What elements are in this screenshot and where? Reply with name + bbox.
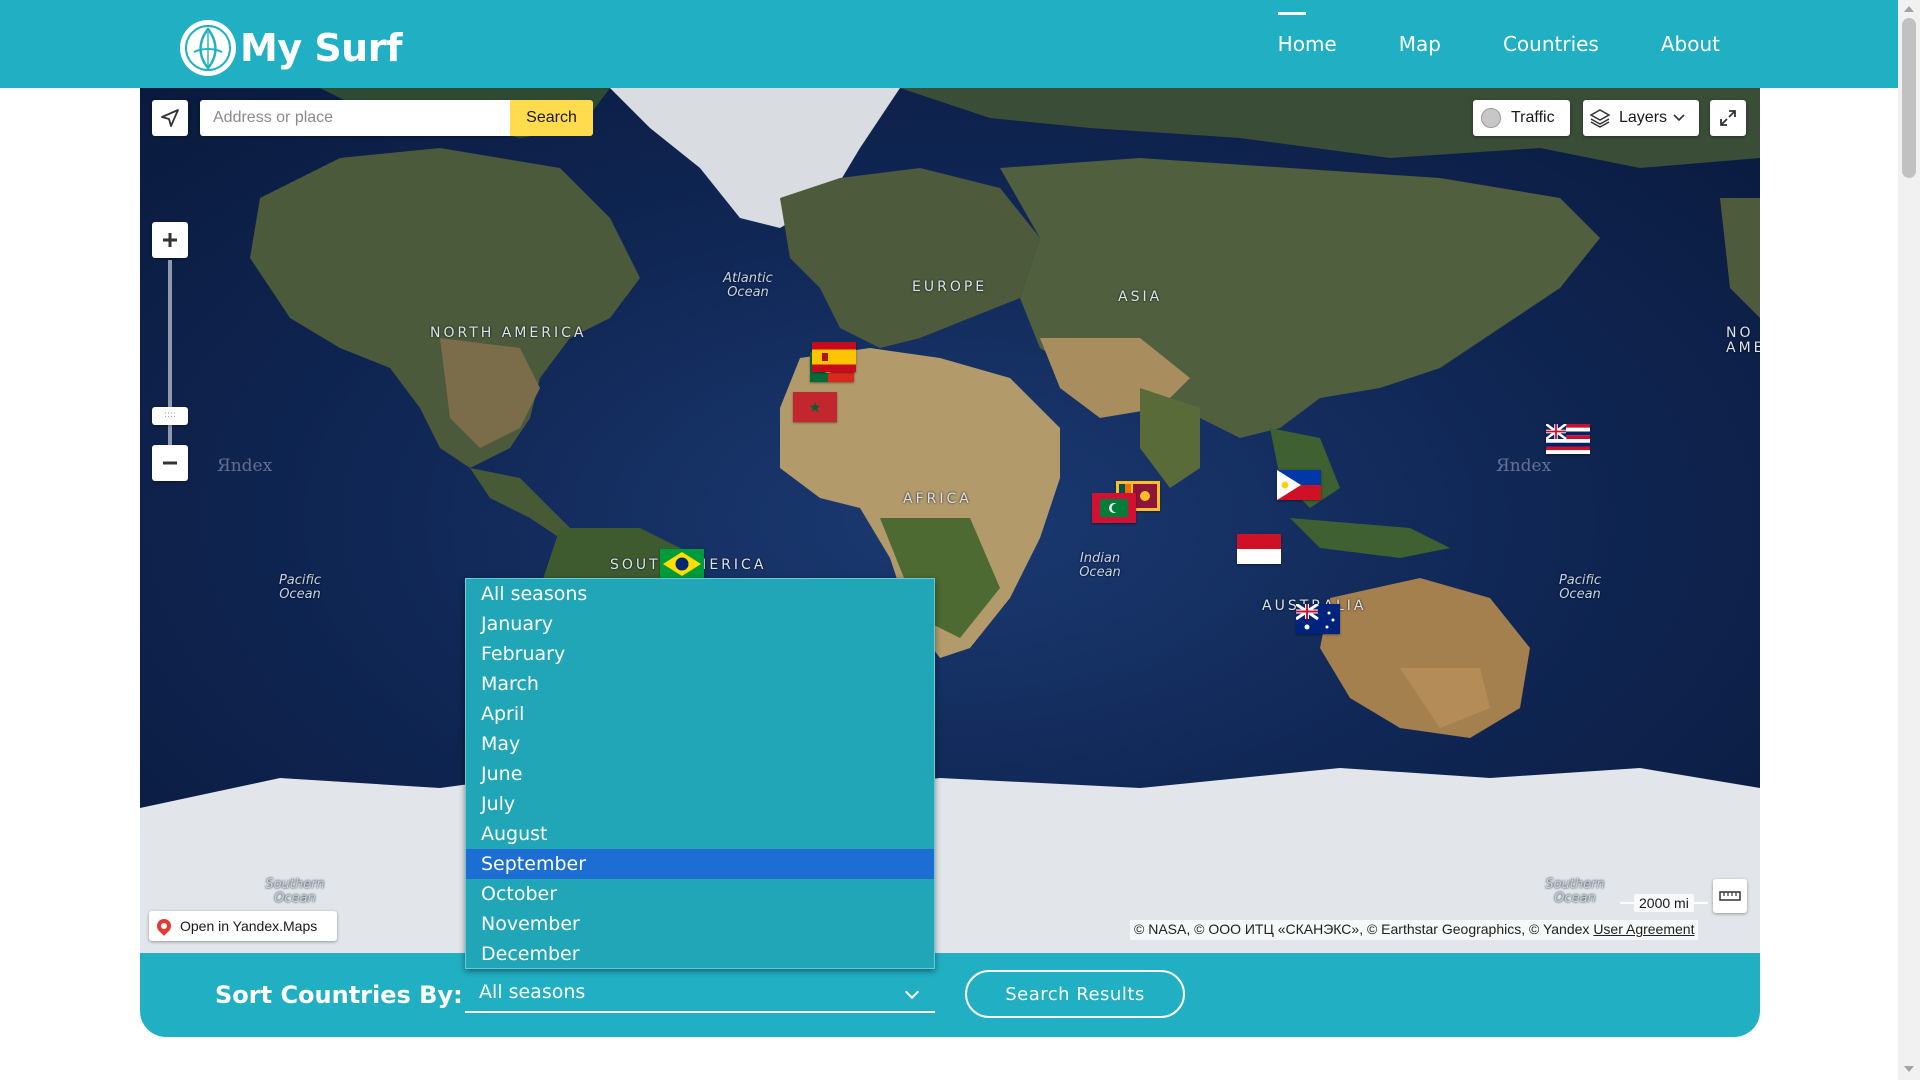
location-arrow-icon (161, 109, 179, 127)
layers-label: Layers (1619, 109, 1668, 126)
satellite-world-map (140, 88, 1760, 953)
label-southern-ocean-left: Southern Ocean (265, 877, 325, 906)
chevron-down-icon (904, 984, 920, 1000)
search-results-button[interactable]: Search Results (965, 970, 1185, 1018)
label-southern-ocean-right: Southern Ocean (1545, 877, 1605, 906)
traffic-button[interactable]: Traffic (1473, 100, 1570, 136)
site-header: My Surf Home Map Countries About (0, 0, 1898, 88)
geolocation-button[interactable] (152, 100, 188, 136)
flag-brazil-marker[interactable] (660, 549, 704, 579)
dropdown-option-highlighted[interactable]: September (466, 849, 934, 879)
flag-maldives-marker[interactable] (1092, 493, 1136, 523)
dropdown-option[interactable]: March (466, 669, 934, 699)
dropdown-option[interactable]: June (466, 759, 934, 789)
zoom-in-button[interactable] (152, 222, 188, 258)
flag-morocco-marker[interactable]: ★ (793, 392, 837, 422)
layers-icon (1589, 109, 1611, 128)
traffic-label: Traffic (1511, 109, 1555, 126)
main-nav: Home Map Countries About (1216, 0, 1720, 88)
dropdown-option[interactable]: November (466, 909, 934, 939)
plus-icon (163, 233, 177, 247)
season-select-value: All seasons (479, 981, 586, 1003)
map-search-button[interactable]: Search (510, 100, 593, 136)
scroll-up-arrow-icon[interactable] (1904, 6, 1914, 12)
fullscreen-button[interactable] (1710, 100, 1746, 136)
nav-about[interactable]: About (1661, 32, 1720, 56)
dropdown-option[interactable]: August (466, 819, 934, 849)
dropdown-option[interactable]: All seasons (466, 579, 934, 609)
label-europe: EUROPE (912, 279, 988, 295)
flag-spain-marker[interactable] (812, 342, 856, 372)
dropdown-option[interactable]: January (466, 609, 934, 639)
season-select[interactable]: All seasons (465, 965, 935, 1013)
label-pacific-ocean-right: Pacific Ocean (1558, 573, 1602, 602)
minus-icon (163, 461, 177, 465)
user-agreement-link[interactable]: User Agreement (1593, 921, 1694, 937)
expand-icon (1720, 110, 1736, 126)
scroll-down-arrow-icon[interactable] (1904, 1066, 1914, 1072)
ruler-icon (1719, 891, 1741, 901)
label-north-america-right: NO AME (1726, 325, 1760, 356)
dropdown-option[interactable]: July (466, 789, 934, 819)
label-pacific-ocean-left: Pacific Ocean (278, 573, 322, 602)
yandex-watermark-right: Яndex (1496, 456, 1552, 476)
open-in-yandex-label: Open in Yandex.Maps (180, 918, 318, 934)
zoom-out-button[interactable] (152, 445, 188, 481)
traffic-light-icon (1481, 108, 1501, 128)
label-africa: AFRICA (903, 491, 972, 507)
site-title: My Surf (240, 26, 403, 70)
world-map[interactable]: NORTH AMERICA EUROPE ASIA AFRICA SOUTH A… (140, 88, 1760, 953)
scale-bar-right (1693, 902, 1708, 904)
map-pin-icon (154, 916, 174, 936)
svg-text:★: ★ (809, 400, 822, 416)
chevron-down-icon (1673, 114, 1685, 122)
flag-indonesia-marker[interactable] (1237, 534, 1281, 564)
scale-label: 2000 mi (1634, 894, 1694, 912)
label-north-america: NORTH AMERICA (430, 325, 587, 341)
open-in-yandex-maps-link[interactable]: Open in Yandex.Maps (149, 911, 337, 941)
map-copyright: © NASA, © ООО ИТЦ «СКАНЭКС», © Earthstar… (1130, 920, 1699, 940)
nav-countries[interactable]: Countries (1503, 32, 1599, 56)
layers-button[interactable]: Layers (1583, 100, 1699, 136)
scale-bar-left (1620, 902, 1634, 904)
dropdown-option[interactable]: December (466, 939, 934, 969)
flag-hawaii-marker[interactable] (1546, 424, 1590, 454)
yandex-watermark-left: Яndex (217, 456, 273, 476)
map-search-input[interactable] (200, 100, 510, 136)
scrollbar-thumb[interactable] (1902, 18, 1916, 178)
label-indian-ocean: Indian Ocean (1079, 551, 1121, 580)
flag-australia-marker[interactable] (1296, 604, 1340, 634)
map-scale: 2000 mi (1620, 891, 1708, 915)
dropdown-option[interactable]: February (466, 639, 934, 669)
flag-philippines-marker[interactable] (1277, 470, 1321, 500)
ruler-button[interactable] (1713, 879, 1747, 913)
season-dropdown-list[interactable]: All seasons January February March April… (465, 578, 935, 969)
zoom-slider-handle[interactable]: :::: (152, 407, 188, 425)
sort-label: Sort Countries By: (215, 981, 463, 1009)
dropdown-option[interactable]: April (466, 699, 934, 729)
copyright-text: © NASA, © ООО ИТЦ «СКАНЭКС», © Earthstar… (1134, 921, 1590, 937)
surfboard-logo-icon (180, 20, 236, 76)
nav-map[interactable]: Map (1399, 32, 1441, 56)
page-scrollbar[interactable] (1898, 0, 1920, 1080)
site-logo[interactable]: My Surf (180, 20, 403, 76)
dropdown-option[interactable]: May (466, 729, 934, 759)
label-atlantic-ocean: Atlantic Ocean (723, 271, 773, 300)
dropdown-option[interactable]: October (466, 879, 934, 909)
sort-filter-bar: Sort Countries By: All seasons Search Re… (140, 953, 1760, 1037)
label-asia: ASIA (1118, 289, 1163, 305)
nav-home[interactable]: Home (1277, 12, 1337, 56)
